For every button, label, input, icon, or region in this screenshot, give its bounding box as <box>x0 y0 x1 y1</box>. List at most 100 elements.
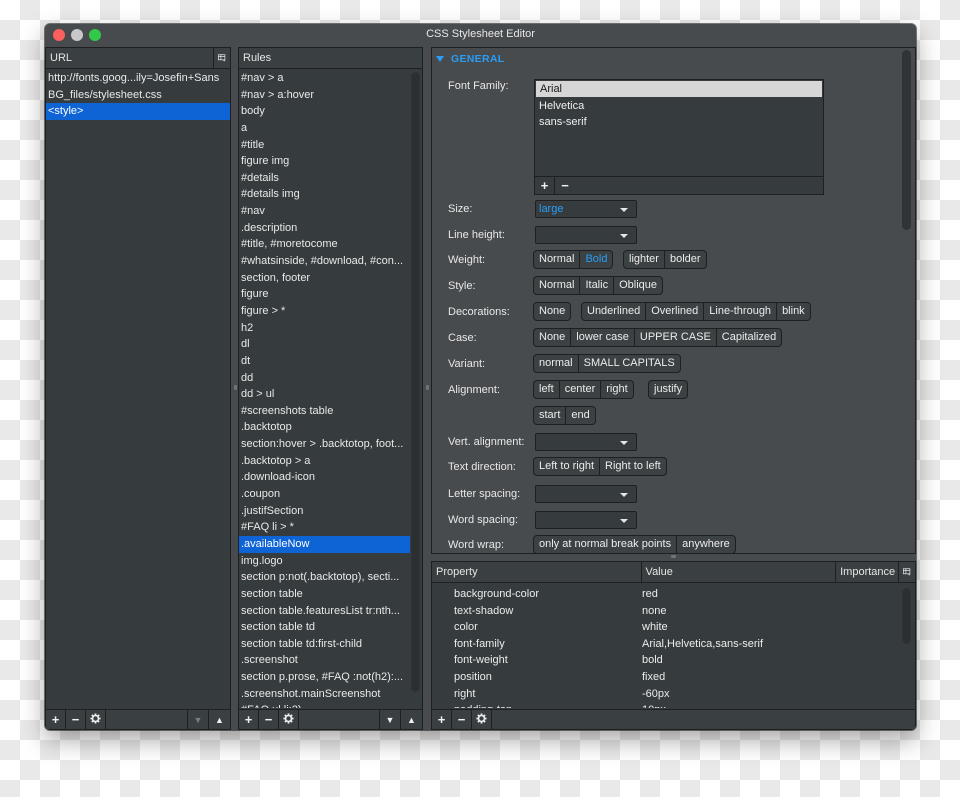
property-row[interactable]: position fixed <box>432 669 901 686</box>
url-column-header[interactable]: URL <box>46 48 214 68</box>
case-capitalized-button[interactable]: Capitalized <box>717 329 781 346</box>
pane-splitter-handle[interactable] <box>234 385 237 390</box>
rule-list-item[interactable]: #nav > a:hover <box>239 87 410 104</box>
rule-list-item[interactable]: #nav <box>239 203 410 220</box>
rule-list-item[interactable]: dt <box>239 353 410 370</box>
rule-list-item[interactable]: figure > * <box>239 303 410 320</box>
direction-left-to-right-button[interactable]: Left to right <box>534 458 601 475</box>
style-oblique-button[interactable]: Oblique <box>614 277 662 294</box>
align-start-button[interactable]: start <box>534 407 567 424</box>
rule-list-item[interactable]: dd <box>239 370 410 387</box>
rule-list-item[interactable]: #title, #moretocome <box>239 236 410 253</box>
section-general-toggle[interactable]: GENERAL <box>436 53 504 65</box>
rule-list-item[interactable]: #nav > a <box>239 70 410 87</box>
weight-lighter-button[interactable]: lighter <box>624 251 665 268</box>
remove-font-button[interactable]: − <box>555 177 575 194</box>
add-property-button[interactable]: + <box>432 710 452 729</box>
horizontal-splitter-handle[interactable] <box>671 555 676 558</box>
property-value[interactable]: Arial,Helvetica,sans-serif <box>642 636 901 653</box>
url-list-item[interactable]: <style> <box>46 103 230 120</box>
variant-small-capitals-button[interactable]: SMALL CAPITALS <box>579 355 680 372</box>
property-value[interactable]: bold <box>642 652 901 669</box>
word-spacing-combo[interactable] <box>535 511 637 529</box>
importance-column-header[interactable]: Importance <box>836 562 899 582</box>
property-name[interactable]: right <box>432 686 642 703</box>
property-name[interactable]: background-color <box>432 586 642 603</box>
editor-scrollbar[interactable] <box>902 50 911 230</box>
move-url-up-button[interactable]: ▲ <box>209 710 230 729</box>
add-font-button[interactable]: + <box>535 177 555 194</box>
move-rule-down-button[interactable]: ▼ <box>380 710 401 729</box>
rule-list-item[interactable]: section p.prose, #FAQ :not(h2):... <box>239 669 410 686</box>
font-family-item[interactable]: Helvetica <box>535 98 823 114</box>
rule-list-item[interactable]: section table td <box>239 619 410 636</box>
rule-list-item[interactable]: section, footer <box>239 270 410 287</box>
add-rule-button[interactable]: + <box>239 710 259 729</box>
url-list-item[interactable]: BG_files/stylesheet.css <box>46 87 230 104</box>
rule-list-item[interactable]: section table td:first-child <box>239 636 410 653</box>
property-row[interactable]: padding-top10px <box>432 702 901 708</box>
property-row[interactable]: text-shadow none <box>432 603 901 620</box>
url-settings-button[interactable] <box>86 710 106 729</box>
align-left-button[interactable]: left <box>534 381 560 398</box>
property-value[interactable]: 10px <box>642 702 901 708</box>
font-family-item[interactable]: sans-serif <box>535 114 823 130</box>
rule-list-item[interactable]: dl <box>239 336 410 353</box>
wrap-only-at-normal-break-points-button[interactable]: only at normal break points <box>534 536 678 553</box>
align-right-button[interactable]: right <box>601 381 632 398</box>
property-name[interactable]: padding-top <box>432 702 642 708</box>
rule-list-item[interactable]: h2 <box>239 320 410 337</box>
case-lower-case-button[interactable]: lower case <box>571 329 635 346</box>
move-url-down-button[interactable]: ▼ <box>188 710 209 729</box>
rule-list-item[interactable]: #details img <box>239 186 410 203</box>
rules-column-header[interactable]: Rules <box>239 48 422 68</box>
rules-scrollbar[interactable] <box>411 72 420 692</box>
size-combo[interactable]: large <box>535 200 637 218</box>
rule-list-item[interactable]: a <box>239 120 410 137</box>
font-family-item[interactable]: Arial <box>536 81 822 97</box>
rule-list-item[interactable]: .backtotop > a <box>239 453 410 470</box>
line-height-combo[interactable] <box>535 226 637 244</box>
decoration-blink-button[interactable]: blink <box>777 303 810 320</box>
align-justify-button[interactable]: justify <box>649 381 687 398</box>
rule-list-item[interactable]: .availableNow <box>239 535 410 553</box>
weight-normal-button[interactable]: Normal <box>534 251 581 268</box>
property-value[interactable]: none <box>642 603 901 620</box>
property-row[interactable]: font-weight bold <box>432 652 901 669</box>
rule-list-item[interactable]: #FAQ li > * <box>239 519 410 536</box>
property-name[interactable]: text-shadow <box>432 603 642 620</box>
direction-right-to-left-button[interactable]: Right to left <box>600 458 666 475</box>
pane-splitter-handle[interactable] <box>426 385 429 390</box>
property-name[interactable]: font-weight <box>432 652 642 669</box>
property-row[interactable]: right -60px <box>432 686 901 703</box>
rule-list-item[interactable]: body <box>239 103 410 120</box>
remove-url-button[interactable]: − <box>66 710 86 729</box>
rule-list-item[interactable]: .justifSection <box>239 503 410 520</box>
rule-list-item[interactable]: #title <box>239 137 410 154</box>
case-none-button[interactable]: None <box>534 329 572 346</box>
remove-rule-button[interactable]: − <box>259 710 279 729</box>
value-column-header[interactable]: Value <box>642 562 837 582</box>
property-row[interactable]: font-family Arial,Helvetica,sans-serif <box>432 636 901 653</box>
rule-list-item[interactable]: .screenshot.mainScreenshot <box>239 686 410 703</box>
rule-list-item[interactable]: section p:not(.backtotop), secti... <box>239 569 410 586</box>
property-value[interactable]: red <box>642 586 901 603</box>
vert-alignment-combo[interactable] <box>535 433 637 451</box>
decoration-overlined-button[interactable]: Overlined <box>646 303 705 320</box>
property-value[interactable]: -60px <box>642 686 901 703</box>
wrap-anywhere-button[interactable]: anywhere <box>677 536 735 553</box>
weight-bolder-button[interactable]: bolder <box>665 251 706 268</box>
decoration-line-through-button[interactable]: Line-through <box>704 303 778 320</box>
property-name[interactable]: color <box>432 619 642 636</box>
rule-list-item[interactable]: .screenshot <box>239 652 410 669</box>
rule-settings-button[interactable] <box>279 710 299 729</box>
decoration-underlined-button[interactable]: Underlined <box>582 303 647 320</box>
rule-list-item[interactable]: .backtotop <box>239 419 410 436</box>
rule-list-item[interactable]: #FAQ ul li:2) <box>239 702 410 708</box>
letter-spacing-combo[interactable] <box>535 485 637 503</box>
property-name[interactable]: font-family <box>432 636 642 653</box>
rule-list-item[interactable]: section table <box>239 586 410 603</box>
rule-list-item[interactable]: img.logo <box>239 553 410 570</box>
weight-bold-button[interactable]: Bold <box>580 251 612 268</box>
rule-list-item[interactable]: #details <box>239 170 410 187</box>
